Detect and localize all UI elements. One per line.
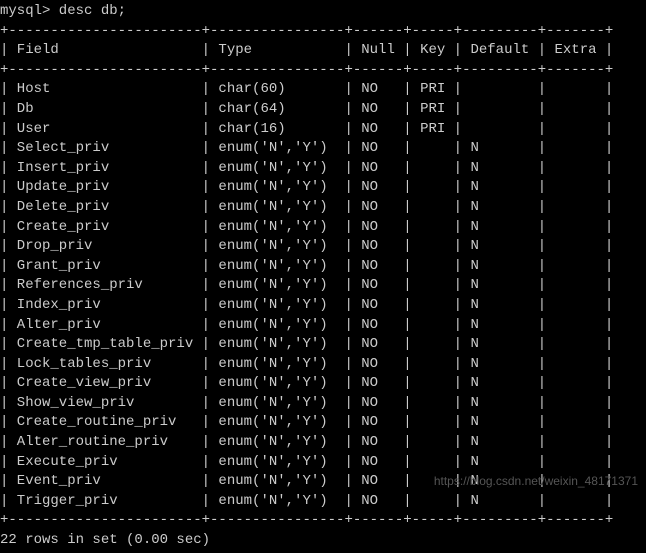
table-header-row: | Field | Type | Null | Key | Default | … — [0, 41, 646, 61]
table-row: | Alter_priv | enum('N','Y') | NO | | N … — [0, 316, 646, 336]
table-bottom-border: +-----------------------+---------------… — [0, 511, 646, 531]
table-row: | Create_routine_priv | enum('N','Y') | … — [0, 413, 646, 433]
table-row: | Create_view_priv | enum('N','Y') | NO … — [0, 374, 646, 394]
table-row: | Insert_priv | enum('N','Y') | NO | | N… — [0, 159, 646, 179]
table-header-border: +-----------------------+---------------… — [0, 61, 646, 81]
table-row: | Host | char(60) | NO | PRI | | | — [0, 80, 646, 100]
table-row: | Grant_priv | enum('N','Y') | NO | | N … — [0, 257, 646, 277]
table-row: | Update_priv | enum('N','Y') | NO | | N… — [0, 178, 646, 198]
table-row: | User | char(16) | NO | PRI | | | — [0, 120, 646, 140]
terminal-output: mysql> desc db; +-----------------------… — [0, 0, 646, 553]
result-summary: 22 rows in set (0.00 sec) — [0, 531, 646, 551]
table-body: | Host | char(60) | NO | PRI | | || Db |… — [0, 80, 646, 511]
table-top-border: +-----------------------+---------------… — [0, 22, 646, 42]
table-row: | Drop_priv | enum('N','Y') | NO | | N |… — [0, 237, 646, 257]
watermark: https://blog.csdn.net/weixin_48171371 — [434, 473, 638, 490]
table-row: | Db | char(64) | NO | PRI | | | — [0, 100, 646, 120]
table-row: | Trigger_priv | enum('N','Y') | NO | | … — [0, 492, 646, 512]
table-row: | Index_priv | enum('N','Y') | NO | | N … — [0, 296, 646, 316]
table-row: | Alter_routine_priv | enum('N','Y') | N… — [0, 433, 646, 453]
sql-prompt: mysql> desc db; — [0, 2, 646, 22]
table-row: | Create_priv | enum('N','Y') | NO | | N… — [0, 218, 646, 238]
table-row: | Delete_priv | enum('N','Y') | NO | | N… — [0, 198, 646, 218]
table-row: | References_priv | enum('N','Y') | NO |… — [0, 276, 646, 296]
table-row: | Execute_priv | enum('N','Y') | NO | | … — [0, 453, 646, 473]
table-row: | Lock_tables_priv | enum('N','Y') | NO … — [0, 355, 646, 375]
table-row: | Select_priv | enum('N','Y') | NO | | N… — [0, 139, 646, 159]
table-row: | Create_tmp_table_priv | enum('N','Y') … — [0, 335, 646, 355]
table-row: | Show_view_priv | enum('N','Y') | NO | … — [0, 394, 646, 414]
